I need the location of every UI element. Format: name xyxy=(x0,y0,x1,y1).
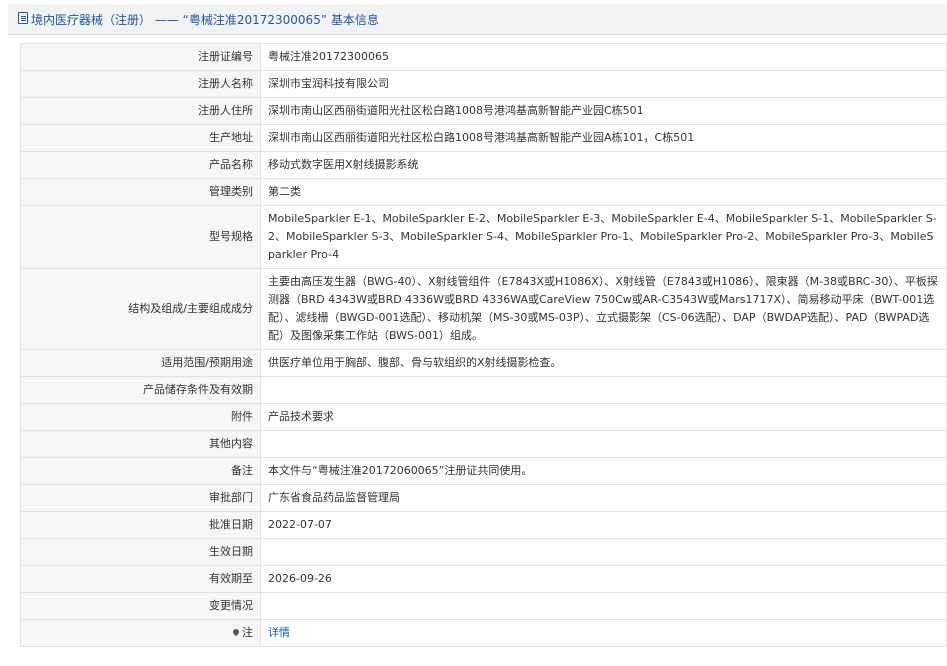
table-row: 其他内容 xyxy=(20,430,947,458)
field-label: 其他内容 xyxy=(20,430,261,458)
details-link[interactable]: 详情 xyxy=(268,626,290,639)
field-label: 管理类别 xyxy=(20,178,261,206)
page-header: 境内医疗器械（注册） —— “粤械注准20172300065” 基本信息 xyxy=(8,4,947,35)
note-label: 注 xyxy=(242,626,253,639)
table-row: 型号规格 MobileSparkler E-1、MobileSparkler E… xyxy=(20,205,947,269)
field-label: 变更情况 xyxy=(20,592,261,620)
field-value: 本文件与“粤械注准20172060065”注册证共同使用。 xyxy=(260,457,947,485)
location-pin-icon xyxy=(231,627,241,637)
field-value: 第二类 xyxy=(260,178,947,206)
field-value xyxy=(260,592,947,620)
field-label: 型号规格 xyxy=(20,205,261,269)
page-title: 境内医疗器械（注册） —— “粤械注准20172300065” 基本信息 xyxy=(31,13,379,27)
field-value: 2022-07-07 xyxy=(260,511,947,539)
document-icon xyxy=(18,12,28,24)
note-label-cell: 注 xyxy=(20,619,261,647)
field-label: 注册人名称 xyxy=(20,70,261,98)
field-value: 广东省食品药品监督管理局 xyxy=(260,484,947,512)
field-label: 注册证编号 xyxy=(20,43,261,71)
field-value: 产品技术要求 xyxy=(260,403,947,431)
field-label: 适用范围/预期用途 xyxy=(20,349,261,377)
field-label: 批准日期 xyxy=(20,511,261,539)
detail-table: 注册证编号 粤械注准20172300065 注册人名称 深圳市宝润科技有限公司 … xyxy=(20,43,947,647)
table-row: 结构及组成/主要组成成分 主要由高压发生器（BWG-40）、X射线管组件（E78… xyxy=(20,268,947,350)
field-value: 主要由高压发生器（BWG-40）、X射线管组件（E7843X或H1086X）、X… xyxy=(260,268,947,350)
table-row: 审批部门 广东省食品药品监督管理局 xyxy=(20,484,947,512)
field-value: 深圳市宝润科技有限公司 xyxy=(260,70,947,98)
table-row: 批准日期 2022-07-07 xyxy=(20,511,947,539)
field-value xyxy=(260,376,947,404)
field-value xyxy=(260,430,947,458)
table-row: 适用范围/预期用途 供医疗单位用于胸部、腹部、骨与软组织的X射线摄影检查。 xyxy=(20,349,947,377)
field-value: 供医疗单位用于胸部、腹部、骨与软组织的X射线摄影检查。 xyxy=(260,349,947,377)
field-label: 产品名称 xyxy=(20,151,261,179)
field-label: 注册人住所 xyxy=(20,97,261,125)
table-row: 管理类别 第二类 xyxy=(20,178,947,206)
table-row: 注册人住所 深圳市南山区西丽街道阳光社区松白路1008号港鸿基高新智能产业园C栋… xyxy=(20,97,947,125)
table-row-note: 注 详情 xyxy=(20,619,947,647)
note-value-cell: 详情 xyxy=(260,619,947,647)
table-row: 附件 产品技术要求 xyxy=(20,403,947,431)
field-value: 移动式数字医用X射线摄影系统 xyxy=(260,151,947,179)
field-label: 生产地址 xyxy=(20,124,261,152)
table-row: 变更情况 xyxy=(20,592,947,620)
field-label: 产品储存条件及有效期 xyxy=(20,376,261,404)
table-row: 产品名称 移动式数字医用X射线摄影系统 xyxy=(20,151,947,179)
field-label: 审批部门 xyxy=(20,484,261,512)
field-value: 2026-09-26 xyxy=(260,565,947,593)
field-value: 粤械注准20172300065 xyxy=(260,43,947,71)
table-row: 生效日期 xyxy=(20,538,947,566)
field-label: 生效日期 xyxy=(20,538,261,566)
table-row: 备注 本文件与“粤械注准20172060065”注册证共同使用。 xyxy=(20,457,947,485)
field-value: MobileSparkler E-1、MobileSparkler E-2、Mo… xyxy=(260,205,947,269)
field-label: 附件 xyxy=(20,403,261,431)
field-value: 深圳市南山区西丽街道阳光社区松白路1008号港鸿基高新智能产业园A栋101，C栋… xyxy=(260,124,947,152)
field-value: 深圳市南山区西丽街道阳光社区松白路1008号港鸿基高新智能产业园C栋501 xyxy=(260,97,947,125)
field-label: 结构及组成/主要组成成分 xyxy=(20,268,261,350)
table-row: 产品储存条件及有效期 xyxy=(20,376,947,404)
table-row: 注册人名称 深圳市宝润科技有限公司 xyxy=(20,70,947,98)
field-label: 有效期至 xyxy=(20,565,261,593)
field-value xyxy=(260,538,947,566)
table-row: 生产地址 深圳市南山区西丽街道阳光社区松白路1008号港鸿基高新智能产业园A栋1… xyxy=(20,124,947,152)
table-row: 注册证编号 粤械注准20172300065 xyxy=(20,43,947,71)
field-label: 备注 xyxy=(20,457,261,485)
table-row: 有效期至 2026-09-26 xyxy=(20,565,947,593)
